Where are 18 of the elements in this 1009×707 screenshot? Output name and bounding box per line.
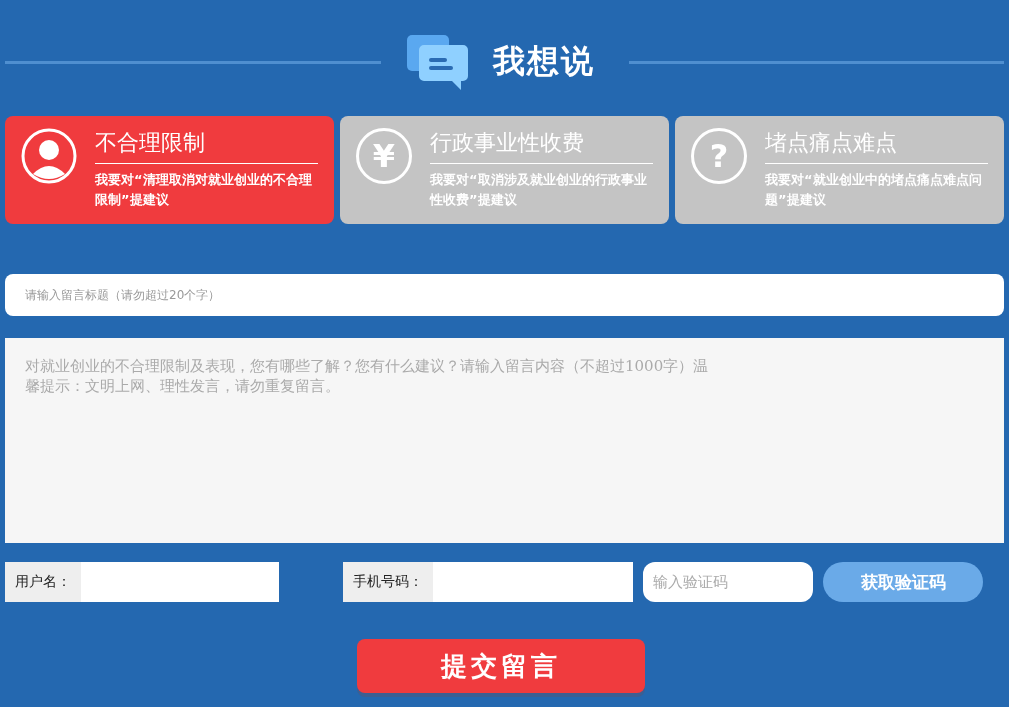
username-field[interactable]: 用户名：	[5, 562, 279, 602]
chat-bubbles-icon	[404, 33, 469, 91]
tab-description: 我要对“就业创业中的堵点痛点难点问题”提建议	[765, 171, 983, 209]
message-textarea[interactable]: 对就业创业的不合理限制及表现，您有哪些了解？您有什么建议？请输入留言内容（不超过1000字）温馨提示：文明上网、理性发言，请勿重复留言。	[5, 338, 1004, 543]
tab-description: 我要对“取消涉及就业创业的行政事业性收费”提建议	[430, 171, 648, 209]
phone-field[interactable]: 手机号码：	[343, 562, 633, 602]
tab-title: 不合理限制	[95, 128, 318, 164]
code-input-field[interactable]: 输入验证码	[643, 562, 813, 602]
title-input-field[interactable]: 请输入留言标题（请勿超过20个字）	[5, 274, 1004, 316]
tab-title: 堵点痛点难点	[765, 128, 988, 164]
category-tab[interactable]: 不合理限制 我要对“清理取消对就业创业的不合理限制”提建议	[5, 116, 334, 224]
tab-title: 行政事业性收费	[430, 128, 653, 164]
get-code-button[interactable]: 获取验证码	[823, 562, 983, 602]
section-title: 我想说	[492, 41, 595, 82]
tab-description: 我要对“清理取消对就业创业的不合理限制”提建议	[95, 171, 313, 209]
circle-glyph-icon: ?	[691, 128, 747, 184]
person-icon	[21, 128, 77, 184]
circle-glyph-icon: ¥	[356, 128, 412, 184]
